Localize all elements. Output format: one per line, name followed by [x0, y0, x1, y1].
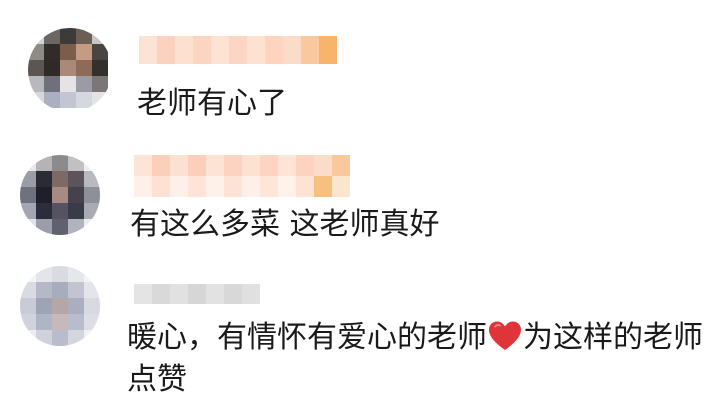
avatar[interactable]: [28, 28, 112, 112]
username-redacted[interactable]: [139, 36, 337, 64]
comment-item: 暖心，有情怀有爱心的老师 为这样的老师 点赞: [0, 260, 728, 400]
username-redacted[interactable]: [134, 284, 260, 304]
comment-item: 老师有心了: [0, 0, 728, 135]
comment-text-line2: 点赞: [127, 362, 187, 397]
comment-text: 暖心，有情怀有爱心的老师 为这样的老师: [127, 318, 703, 358]
avatar[interactable]: [20, 155, 100, 235]
comment-text: 老师有心了: [137, 86, 287, 121]
heart-icon: [489, 321, 521, 350]
avatar[interactable]: [20, 266, 100, 346]
comment-item: 有这么多菜 这老师真好: [0, 135, 728, 260]
comment-text: 有这么多菜 这老师真好: [130, 207, 440, 242]
username-redacted[interactable]: [134, 155, 352, 197]
comment-text-part2: 为这样的老师: [523, 320, 703, 355]
comment-text-part1: 暖心，有情怀有爱心的老师: [127, 320, 487, 355]
